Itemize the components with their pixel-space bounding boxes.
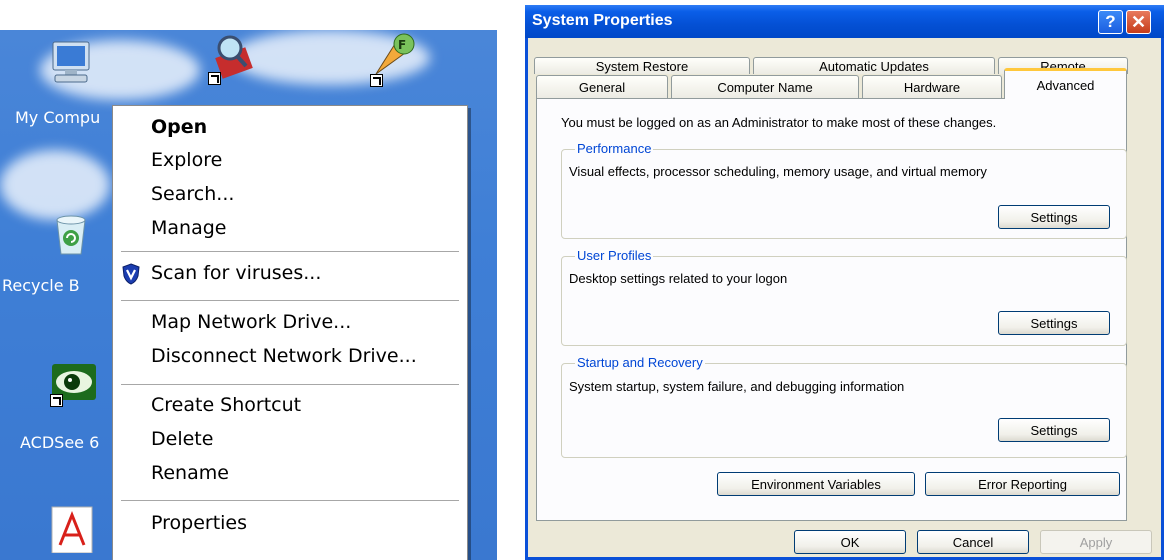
startup-recovery-group-title: Startup and Recovery (575, 355, 705, 370)
performance-settings-button[interactable]: Settings (998, 205, 1110, 229)
tab-computer-name[interactable]: Computer Name (671, 75, 859, 98)
tab-system-restore[interactable]: System Restore (534, 57, 750, 74)
tab-hardware[interactable]: Hardware (862, 75, 1002, 98)
advanced-tab-panel: You must be logged on as an Administrato… (536, 98, 1127, 521)
startup-recovery-settings-button[interactable]: Settings (998, 418, 1110, 442)
menu-item-properties[interactable]: Properties (151, 512, 247, 534)
shortcut-arrow-icon (370, 74, 383, 87)
tab-advanced[interactable]: Advanced (1004, 68, 1127, 99)
menu-item-manage[interactable]: Manage (151, 217, 226, 239)
performance-group-title: Performance (575, 141, 654, 156)
cancel-button[interactable]: Cancel (917, 530, 1029, 554)
menu-separator (121, 300, 459, 301)
menu-item-delete[interactable]: Delete (151, 428, 213, 450)
acdsee-label: ACDSee 6 (20, 433, 100, 452)
menu-item-search[interactable]: Search... (151, 183, 234, 205)
error-reporting-button[interactable]: Error Reporting (925, 472, 1120, 496)
menu-item-scan-for-viruses[interactable]: Scan for viruses... (151, 262, 321, 284)
dialog-client-area: System Restore Automatic Updates Remote … (528, 38, 1161, 557)
title-bar[interactable]: System Properties ? ✕ (525, 5, 1164, 38)
performance-description: Visual effects, processor scheduling, me… (569, 164, 987, 179)
application-shortcut-icon[interactable]: F (370, 30, 418, 87)
ok-button[interactable]: OK (794, 530, 906, 554)
desktop: My Compu Recycle B ACDSee 6 F Open Explo… (0, 30, 497, 560)
shortcut-arrow-icon (50, 394, 63, 407)
my-computer-label: My Compu (15, 108, 101, 127)
admin-note: You must be logged on as an Administrato… (561, 115, 997, 130)
antivirus-shield-icon (121, 263, 141, 285)
shortcut-arrow-icon (208, 72, 221, 85)
menu-item-map-network-drive[interactable]: Map Network Drive... (151, 311, 351, 333)
menu-separator (121, 251, 459, 252)
performance-group: Performance Visual effects, processor sc… (561, 141, 1127, 239)
menu-item-explore[interactable]: Explore (151, 149, 222, 171)
acdsee-icon[interactable] (50, 360, 98, 408)
user-profiles-settings-button[interactable]: Settings (998, 311, 1110, 335)
menu-item-disconnect-network-drive[interactable]: Disconnect Network Drive... (151, 345, 417, 367)
startup-recovery-description: System startup, system failure, and debu… (569, 379, 905, 394)
recycle-bin-label: Recycle B (2, 276, 80, 295)
close-button[interactable]: ✕ (1126, 10, 1151, 34)
tab-general[interactable]: General (536, 75, 668, 98)
window-title: System Properties (532, 12, 673, 29)
user-profiles-group-title: User Profiles (575, 248, 654, 263)
user-profiles-description: Desktop settings related to your logon (569, 271, 788, 286)
menu-separator (121, 384, 459, 385)
startup-recovery-group: Startup and Recovery System startup, sys… (561, 355, 1127, 458)
context-menu: Open Explore Search... Manage Scan for v… (112, 105, 468, 560)
recycle-bin-icon[interactable] (47, 210, 95, 258)
close-icon: ✕ (1130, 11, 1147, 32)
apply-button[interactable]: Apply (1040, 530, 1152, 554)
menu-item-open[interactable]: Open (151, 116, 207, 138)
my-computer-icon[interactable] (47, 38, 95, 86)
menu-separator (121, 500, 459, 501)
menu-item-create-shortcut[interactable]: Create Shortcut (151, 394, 301, 416)
environment-variables-button[interactable]: Environment Variables (717, 472, 915, 496)
svg-text:F: F (398, 38, 406, 52)
help-icon: ? (1105, 12, 1116, 31)
tab-automatic-updates[interactable]: Automatic Updates (753, 57, 995, 74)
search-shortcut-icon[interactable] (208, 32, 256, 85)
menu-item-rename[interactable]: Rename (151, 462, 229, 484)
system-properties-window: System Properties ? ✕ System Restore Aut… (525, 5, 1164, 560)
acrobat-icon[interactable] (48, 505, 96, 554)
help-button[interactable]: ? (1098, 10, 1123, 34)
user-profiles-group: User Profiles Desktop settings related t… (561, 248, 1127, 346)
